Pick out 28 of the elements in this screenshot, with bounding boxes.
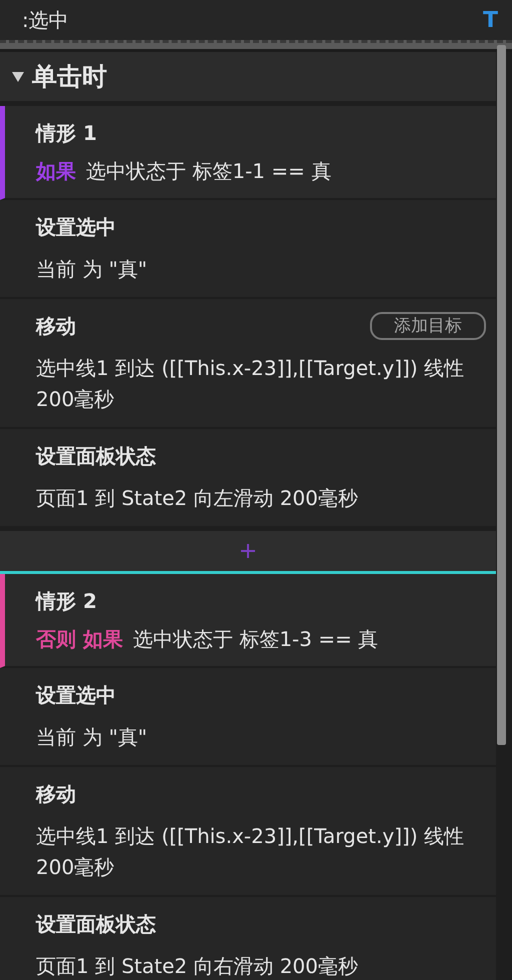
add-target-button[interactable]: 添加目标 bbox=[370, 312, 486, 340]
action-title: 设置选中 bbox=[36, 682, 116, 709]
case-title: 情形 2 bbox=[36, 588, 98, 615]
action-title: 移动 bbox=[36, 781, 76, 808]
action-title: 设置面板状态 bbox=[36, 443, 156, 470]
action-detail: 当前 为 "真" bbox=[36, 724, 148, 751]
text-style-icon[interactable]: T bbox=[482, 4, 498, 36]
case-header[interactable]: 情形 2 否则 如果 选中状态于 标签1-3 == 真 bbox=[0, 574, 496, 668]
panel-splitter[interactable] bbox=[0, 40, 512, 52]
case-panel[interactable]: 情形 2 否则 如果 选中状态于 标签1-3 == 真 设置选中 当前 为 "真" 移动 选中线1 到达 ([[This.x-23]],[[Target.y]]) 线性 200毫秒 设置面板状态 页面1 到 State2 向右滑动 200毫秒 bbox=[0, 571, 496, 980]
add-icon[interactable] bbox=[241, 544, 255, 558]
case-panel[interactable]: 情形 1 如果 选中状态于 标签1-1 == 真 设置选中 当前 为 "真" 移动 添加目标 选中线1 到达 ([[This.x-23]],[[Target.y]]) 线性 200毫秒 设置面板状态 页面1 到 State2 向左滑动 200毫秒 bbox=[0, 103, 496, 531]
action-title: 移动 bbox=[36, 313, 76, 340]
action-title: 设置选中 bbox=[36, 214, 116, 241]
action-detail: 选中线1 到达 ([[This.x-23]],[[Target.y]]) 线性 200毫秒 bbox=[36, 355, 465, 413]
action-detail: 页面1 到 State2 向右滑动 200毫秒 bbox=[36, 953, 359, 980]
case-header[interactable]: 情形 1 如果 选中状态于 标签1-1 == 真 bbox=[0, 106, 496, 200]
condition-text: 否则 如果 选中状态于 标签1-3 == 真 bbox=[36, 626, 380, 653]
action-detail: 当前 为 "真" bbox=[36, 256, 148, 283]
event-title: 单击时 bbox=[32, 60, 107, 93]
caret-icon[interactable] bbox=[12, 72, 24, 82]
case-title: 情形 1 bbox=[36, 120, 98, 147]
condition-text: 如果 选中状态于 标签1-1 == 真 bbox=[36, 158, 332, 185]
action-detail: 页面1 到 State2 向左滑动 200毫秒 bbox=[36, 485, 359, 512]
scrollbar-thumb[interactable] bbox=[497, 45, 506, 745]
action-title: 设置面板状态 bbox=[36, 911, 156, 938]
action-detail: 选中线1 到达 ([[This.x-23]],[[Target.y]]) 线性 200毫秒 bbox=[36, 823, 465, 881]
field-value: :选中 bbox=[22, 7, 69, 34]
